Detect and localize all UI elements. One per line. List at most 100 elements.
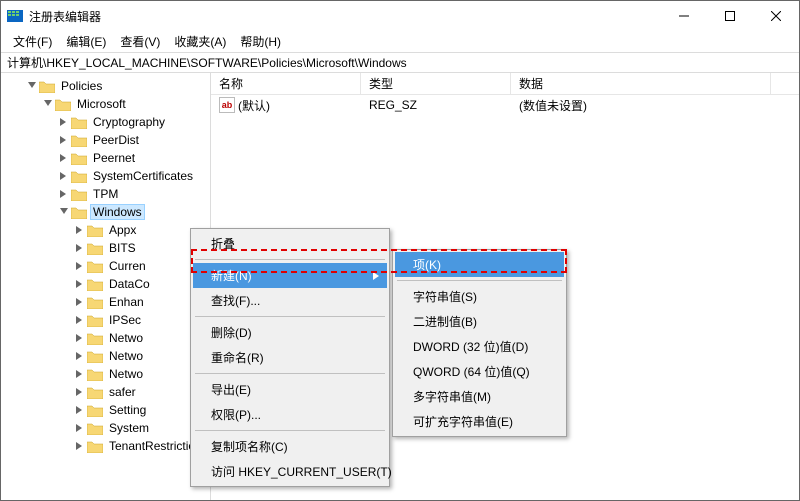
tree-item[interactable]: Enhan <box>1 293 210 311</box>
registry-editor-window: 注册表编辑器 文件(F) 编辑(E) 查看(V) 收藏夹(A) 帮助(H) 计算… <box>0 0 800 501</box>
tree-toggle-icon[interactable] <box>57 187 71 201</box>
tree-item[interactable]: IPSec <box>1 311 210 329</box>
tree-item[interactable]: Curren <box>1 257 210 275</box>
tree-item[interactable]: Appx <box>1 221 210 239</box>
folder-icon <box>87 296 103 309</box>
tree-toggle-icon[interactable] <box>73 385 87 399</box>
menu-help[interactable]: 帮助(H) <box>234 31 287 52</box>
list-row[interactable]: ab(默认)REG_SZ(数值未设置) <box>211 95 799 115</box>
folder-icon <box>71 170 87 183</box>
tree-item-label: TPM <box>90 186 121 202</box>
tree-toggle-icon[interactable] <box>73 223 87 237</box>
folder-icon <box>87 440 103 453</box>
tree-item-label: PeerDist <box>90 132 142 148</box>
tree-toggle-icon[interactable] <box>41 97 55 111</box>
submenu-item-dword[interactable]: DWORD (32 位)值(D) <box>395 334 564 359</box>
menu-file[interactable]: 文件(F) <box>7 31 58 52</box>
tree-toggle-icon[interactable] <box>57 115 71 129</box>
tree-item-label: System <box>106 420 152 436</box>
tree-toggle-icon[interactable] <box>57 133 71 147</box>
menu-item-new[interactable]: 新建(N) <box>193 263 387 288</box>
tree-item[interactable]: Setting <box>1 401 210 419</box>
tree-toggle-icon[interactable] <box>57 151 71 165</box>
menu-item-new-label: 新建(N) <box>211 269 252 283</box>
tree-item[interactable]: PeerDist <box>1 131 210 149</box>
tree-item[interactable]: Netwo <box>1 347 210 365</box>
menu-item-find[interactable]: 查找(F)... <box>193 288 387 313</box>
tree-item[interactable]: TenantRestriction <box>1 437 210 455</box>
context-menu-main: 折叠 新建(N) 查找(F)... 删除(D) 重命名(R) 导出(E) 权限(… <box>190 228 390 487</box>
submenu-item-binary[interactable]: 二进制值(B) <box>395 309 564 334</box>
tree-panel[interactable]: PoliciesMicrosoftCryptography PeerDistPee… <box>1 73 211 500</box>
minimize-button[interactable] <box>661 1 707 31</box>
folder-icon <box>87 332 103 345</box>
col-type[interactable]: 类型 <box>361 73 511 94</box>
address-bar[interactable]: 计算机\HKEY_LOCAL_MACHINE\SOFTWARE\Policies… <box>1 53 799 73</box>
menu-item-export[interactable]: 导出(E) <box>193 377 387 402</box>
menu-item-delete[interactable]: 删除(D) <box>193 320 387 345</box>
folder-icon <box>87 278 103 291</box>
submenu-item-qword[interactable]: QWORD (64 位)值(Q) <box>395 359 564 384</box>
tree-toggle-icon[interactable] <box>73 439 87 453</box>
submenu-item-key[interactable]: 项(K) <box>395 252 564 277</box>
tree-toggle-icon[interactable] <box>73 295 87 309</box>
tree-item[interactable]: SystemCertificates <box>1 167 210 185</box>
tree-item[interactable]: Microsoft <box>1 95 210 113</box>
context-submenu-new: 项(K) 字符串值(S) 二进制值(B) DWORD (32 位)值(D) QW… <box>392 249 567 437</box>
tree-item-label: safer <box>106 384 139 400</box>
window-title: 注册表编辑器 <box>29 8 661 25</box>
tree-item[interactable]: Policies <box>1 77 210 95</box>
folder-icon <box>87 368 103 381</box>
close-button[interactable] <box>753 1 799 31</box>
app-icon <box>7 8 23 24</box>
tree-toggle-icon[interactable] <box>57 205 71 219</box>
tree-item-label: Netwo <box>106 348 146 364</box>
tree-item[interactable]: Cryptography <box>1 113 210 131</box>
col-data[interactable]: 数据 <box>511 73 771 94</box>
tree-item[interactable]: DataCo <box>1 275 210 293</box>
menu-separator <box>195 430 385 431</box>
tree-toggle-icon[interactable] <box>73 403 87 417</box>
maximize-button[interactable] <box>707 1 753 31</box>
tree-item[interactable]: Windows <box>1 203 210 221</box>
folder-icon <box>71 152 87 165</box>
menu-view[interactable]: 查看(V) <box>114 31 166 52</box>
folder-icon <box>71 134 87 147</box>
submenu-arrow-icon <box>373 269 379 283</box>
menu-item-goto-hkcu[interactable]: 访问 HKEY_CURRENT_USER(T) <box>193 459 387 484</box>
tree-toggle-icon[interactable] <box>57 169 71 183</box>
tree-item[interactable]: Netwo <box>1 329 210 347</box>
tree-toggle-icon[interactable] <box>73 367 87 381</box>
tree-toggle-icon[interactable] <box>25 79 39 93</box>
menu-separator <box>397 280 562 281</box>
menu-item-permissions[interactable]: 权限(P)... <box>193 402 387 427</box>
menubar: 文件(F) 编辑(E) 查看(V) 收藏夹(A) 帮助(H) <box>1 31 799 53</box>
tree-toggle-icon[interactable] <box>73 331 87 345</box>
tree-item[interactable]: System <box>1 419 210 437</box>
menu-favorites[interactable]: 收藏夹(A) <box>168 31 232 52</box>
menu-item-collapse[interactable]: 折叠 <box>193 231 387 256</box>
tree-toggle-icon[interactable] <box>73 421 87 435</box>
tree-toggle-icon[interactable] <box>73 277 87 291</box>
menu-item-rename[interactable]: 重命名(R) <box>193 345 387 370</box>
folder-icon <box>55 98 71 111</box>
tree-item[interactable]: TPM <box>1 185 210 203</box>
menu-separator <box>195 373 385 374</box>
col-name[interactable]: 名称 <box>211 73 361 94</box>
folder-icon <box>87 314 103 327</box>
menu-item-copy-keyname[interactable]: 复制项名称(C) <box>193 434 387 459</box>
tree-item[interactable]: BITS <box>1 239 210 257</box>
submenu-item-expandstring[interactable]: 可扩充字符串值(E) <box>395 409 564 434</box>
submenu-item-string[interactable]: 字符串值(S) <box>395 284 564 309</box>
tree-item-label: Netwo <box>106 366 146 382</box>
menu-edit[interactable]: 编辑(E) <box>60 31 112 52</box>
tree-item[interactable]: Netwo <box>1 365 210 383</box>
tree-toggle-icon[interactable] <box>73 241 87 255</box>
tree-item[interactable]: safer <box>1 383 210 401</box>
tree-toggle-icon[interactable] <box>73 313 87 327</box>
tree-item-label: Cryptography <box>90 114 168 130</box>
tree-item[interactable]: Peernet <box>1 149 210 167</box>
submenu-item-multistring[interactable]: 多字符串值(M) <box>395 384 564 409</box>
tree-toggle-icon[interactable] <box>73 349 87 363</box>
tree-toggle-icon[interactable] <box>73 259 87 273</box>
